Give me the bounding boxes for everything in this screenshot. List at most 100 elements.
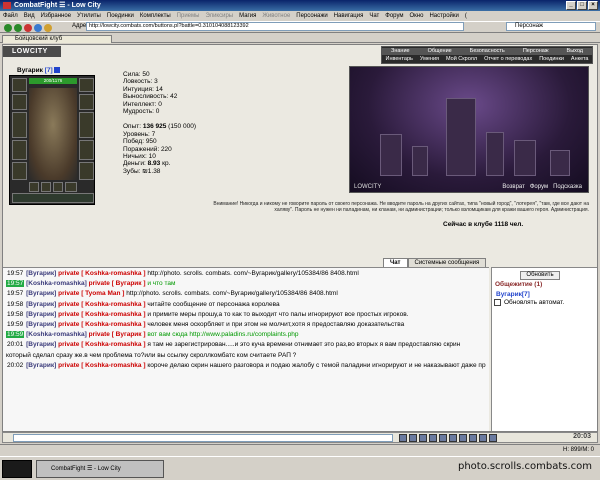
scene-nav-link[interactable]: Форум: [530, 184, 548, 190]
nav-link[interactable]: Анкета: [571, 56, 589, 63]
message-sender[interactable]: [Koshka-romashka]: [26, 331, 87, 338]
helmet-slot[interactable]: [12, 78, 27, 92]
building[interactable]: [446, 98, 476, 176]
message-sender[interactable]: [Вугарик]: [26, 362, 56, 369]
menu-item[interactable]: (: [465, 13, 467, 19]
pocket-slots[interactable]: [12, 193, 94, 203]
message-private[interactable]: private [ Tyoma Man ]: [58, 290, 124, 297]
belt-slot[interactable]: [12, 162, 27, 180]
message-sender[interactable]: [Вугарик]: [26, 290, 56, 297]
message-private[interactable]: private [ Koshka-romashka ]: [58, 270, 145, 277]
nav-link[interactable]: Безопасность: [470, 48, 505, 55]
city-scene[interactable]: LOWCITY Возврат Форум Подсказка: [349, 66, 589, 193]
building[interactable]: [380, 134, 402, 176]
tab-fight-club[interactable]: Бойцовский клуб: [2, 35, 112, 43]
message-private[interactable]: private [ Koshka-romashka ]: [58, 321, 145, 328]
scene-nav-link[interactable]: Подсказка: [553, 184, 582, 190]
message-sender[interactable]: [Вугарик]: [26, 301, 56, 308]
weapon-slot[interactable]: [12, 112, 27, 138]
menu-item[interactable]: Животное: [262, 13, 290, 19]
message-private[interactable]: private [ Koshka-romashka ]: [58, 341, 145, 348]
menu-item[interactable]: Форум: [385, 13, 403, 19]
translit-icon[interactable]: [439, 434, 447, 442]
menu-item[interactable]: Утилиты: [77, 13, 101, 19]
building[interactable]: [486, 132, 504, 176]
menu-item[interactable]: Персонажи: [296, 13, 327, 19]
menu-item[interactable]: Магия: [239, 13, 256, 19]
info-icon[interactable]: [54, 67, 61, 74]
stop-icon[interactable]: [24, 24, 32, 32]
scene-nav-link[interactable]: Возврат: [502, 184, 525, 190]
room-user-name[interactable]: Вугарик[7]: [496, 291, 530, 298]
boots-slot[interactable]: [79, 162, 94, 180]
back-icon[interactable]: [4, 24, 12, 32]
refresh-button[interactable]: Обновить: [520, 271, 560, 280]
refresh-icon[interactable]: [34, 24, 42, 32]
menu-item[interactable]: Окно: [410, 13, 424, 19]
nav-link[interactable]: Общение: [428, 48, 452, 55]
filter-icon[interactable]: [429, 434, 437, 442]
send-icon[interactable]: [399, 434, 407, 442]
ring-slot-3[interactable]: [53, 182, 63, 192]
menu-item[interactable]: Файл: [3, 13, 18, 19]
menu-item[interactable]: Чат: [369, 13, 379, 19]
chat-tab[interactable]: Чат: [383, 258, 408, 267]
smile-icon[interactable]: [409, 434, 417, 442]
shield-slot[interactable]: [79, 112, 94, 138]
message-private[interactable]: private [ Koshka-romashka ]: [58, 362, 145, 369]
start-button[interactable]: [2, 460, 32, 478]
ring-slot-1[interactable]: [29, 182, 39, 192]
menu-item[interactable]: Эликсиры: [205, 13, 233, 19]
menu-item[interactable]: Настройки: [429, 13, 458, 19]
nav-link[interactable]: Поединки: [539, 56, 564, 63]
message-sender[interactable]: [Вугарик]: [26, 311, 56, 318]
nav-link[interactable]: Мой Скролл: [446, 56, 477, 63]
armor-slot[interactable]: [12, 140, 27, 160]
search-input[interactable]: Персонаж: [506, 22, 596, 31]
forward-icon[interactable]: [14, 24, 22, 32]
menu-item[interactable]: Вид: [24, 13, 35, 19]
nav-link[interactable]: Инвентарь: [385, 56, 412, 63]
nav-link[interactable]: Выход: [567, 48, 583, 55]
building[interactable]: [550, 150, 570, 176]
taskbar-window-button[interactable]: CombatFight ☰ - Low City: [36, 460, 164, 478]
menu-item[interactable]: Комплекты: [140, 13, 171, 19]
room-user[interactable]: Вугарик[7]: [496, 291, 530, 298]
settings-icon[interactable]: [479, 434, 487, 442]
scroll-icon[interactable]: [449, 434, 457, 442]
building[interactable]: [514, 140, 536, 176]
scroll-slot[interactable]: [65, 182, 77, 192]
minimize-button[interactable]: _: [566, 1, 576, 10]
sound-icon[interactable]: [459, 434, 467, 442]
building[interactable]: [412, 146, 428, 176]
message-private[interactable]: private [ Вугарик ]: [89, 280, 146, 287]
nav-link[interactable]: Знание: [391, 48, 410, 55]
nav-link[interactable]: Персонаж: [523, 48, 549, 55]
message-sender[interactable]: [Вугарик]: [26, 341, 56, 348]
message-private[interactable]: private [ Koshka-romashka ]: [58, 301, 145, 308]
message-sender[interactable]: [Вугарик]: [26, 321, 56, 328]
chat-input[interactable]: [13, 434, 393, 442]
bracer-slot[interactable]: [79, 94, 94, 110]
message-private[interactable]: private [ Вугарик ]: [89, 331, 146, 338]
maximize-button[interactable]: □: [577, 1, 587, 10]
menu-item[interactable]: Приемы: [177, 13, 200, 19]
close-button[interactable]: ×: [588, 1, 598, 10]
earring-slot[interactable]: [79, 78, 94, 92]
ring-slot-2[interactable]: [41, 182, 51, 192]
address-input[interactable]: http://lowcity.combats.com/buttons.pl?ba…: [86, 22, 464, 31]
exit-icon[interactable]: [489, 434, 497, 442]
home-icon[interactable]: [44, 24, 52, 32]
auto-refresh-checkbox[interactable]: Обновлять автомат.: [494, 299, 564, 306]
message-sender[interactable]: [Вугарик]: [26, 270, 56, 277]
clear-icon[interactable]: [419, 434, 427, 442]
chat-tab[interactable]: Системные сообщения: [407, 258, 487, 267]
menu-item[interactable]: Избранное: [41, 13, 71, 19]
menu-item[interactable]: Поединки: [107, 13, 134, 19]
message-sender[interactable]: [Koshka-romashka]: [26, 280, 87, 287]
nav-link[interactable]: Умения: [420, 56, 439, 63]
checkbox-icon[interactable]: [494, 299, 501, 306]
menu-item[interactable]: Навигация: [334, 13, 364, 19]
amulet-slot[interactable]: [12, 94, 27, 110]
nav-link[interactable]: Отчет о переводах: [484, 56, 532, 63]
